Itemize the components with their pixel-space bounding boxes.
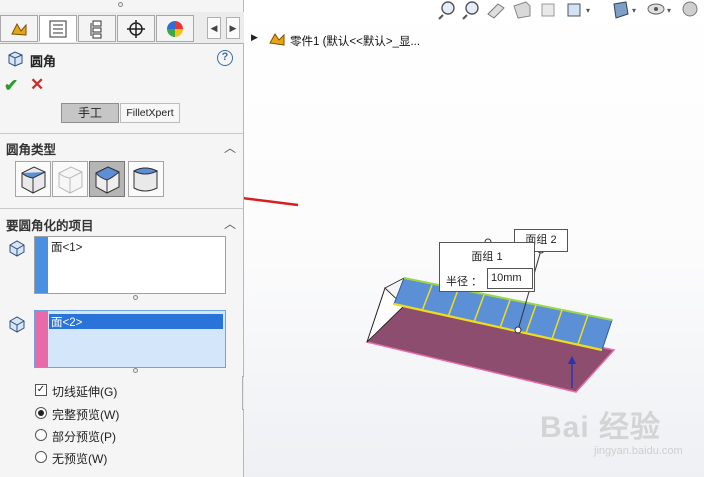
tab-configuration-manager[interactable]: [78, 15, 116, 42]
watermark-url: jingyan.baidu.com: [594, 445, 683, 457]
ok-button[interactable]: ✔: [4, 76, 18, 96]
cancel-button[interactable]: ✕: [30, 75, 44, 95]
variable-radius-fillet-button[interactable]: [52, 161, 88, 197]
variable-radius-fillet-icon: [58, 166, 83, 194]
panel-splitter-grip[interactable]: [118, 2, 123, 7]
full-round-fillet-icon: [132, 167, 159, 192]
tab-manual[interactable]: 手工: [61, 103, 119, 123]
partial-preview-label: 部分预览(P): [52, 430, 116, 444]
full-preview-radio[interactable]: [35, 407, 47, 419]
chevron-right-icon: ▶: [229, 22, 237, 33]
face-set-1-color-bar: [35, 237, 48, 293]
configuration-icon: [90, 20, 102, 38]
constant-radius-fillet-icon: [21, 166, 46, 194]
face-set-1-callout[interactable]: 面组 1 半径 ： 10mm: [439, 242, 535, 292]
callout-title: 面组 1: [471, 251, 503, 263]
callout-anchor: [514, 326, 522, 334]
constant-radius-fillet-button[interactable]: [15, 161, 51, 197]
tangent-propagation-label: 切线延伸(G): [52, 385, 118, 399]
appearance-pie-icon: [167, 20, 183, 37]
property-list-icon: [49, 20, 67, 37]
section-divider: [0, 208, 243, 209]
help-icon[interactable]: ?: [217, 50, 233, 66]
face-set-2-icon: [9, 316, 25, 333]
feature-tree-icon: [11, 22, 27, 36]
property-manager-panel: ◀ ▶ 圆角 ? ✔ ✕ 手工 FilletXpert 圆角类型 ︿ 要圆角化的…: [0, 0, 244, 477]
tab-appearance[interactable]: [156, 15, 194, 42]
tab-scroll-left[interactable]: ◀: [207, 17, 221, 39]
radius-input[interactable]: 10mm: [487, 268, 533, 289]
crosshair-icon: [127, 19, 145, 38]
face-set-1-list[interactable]: 面<1>: [34, 236, 226, 294]
no-preview-radio[interactable]: [35, 451, 47, 463]
property-manager-title: 圆角: [30, 54, 57, 69]
list-item[interactable]: 面<1>: [51, 239, 82, 255]
tab-dimxpert[interactable]: [117, 15, 155, 42]
chevron-left-icon: ◀: [210, 22, 218, 33]
face-fillet-button[interactable]: [89, 161, 125, 197]
face-set-2-list[interactable]: 面<2>: [34, 310, 226, 368]
list-resize-grip[interactable]: [133, 368, 138, 373]
fillet-type-heading: 圆角类型: [6, 143, 57, 157]
items-to-fillet-heading: 要圆角化的项目: [6, 219, 94, 233]
manager-tab-bar: ◀ ▶: [0, 12, 244, 44]
list-resize-grip[interactable]: [133, 295, 138, 300]
tab-feature-manager[interactable]: [0, 15, 38, 42]
face-set-1-icon: [9, 240, 25, 257]
section-divider: [0, 133, 243, 134]
full-round-fillet-button[interactable]: [128, 161, 164, 197]
full-preview-label: 完整预览(W): [52, 408, 120, 422]
tangent-propagation-checkbox[interactable]: ✓: [35, 384, 47, 396]
collapse-items-icon[interactable]: ︿: [224, 215, 236, 232]
partial-preview-radio[interactable]: [35, 429, 47, 441]
collapse-fillet-type-icon[interactable]: ︿: [224, 139, 236, 156]
tab-property-manager[interactable]: [39, 15, 77, 42]
face-fillet-icon: [95, 166, 120, 194]
radius-label: 半径 ：: [446, 276, 483, 288]
fillet-feature-icon: [8, 51, 23, 67]
tab-filletxpert[interactable]: FilletXpert: [120, 103, 180, 123]
no-preview-label: 无预览(W): [52, 452, 108, 466]
tab-scroll-right[interactable]: ▶: [226, 17, 240, 39]
watermark-logo: Bai 经验: [540, 411, 662, 444]
annotation-arrow: [244, 196, 299, 207]
face-set-2-color-bar: [35, 311, 48, 367]
list-item-selected[interactable]: 面<2>: [49, 314, 223, 329]
